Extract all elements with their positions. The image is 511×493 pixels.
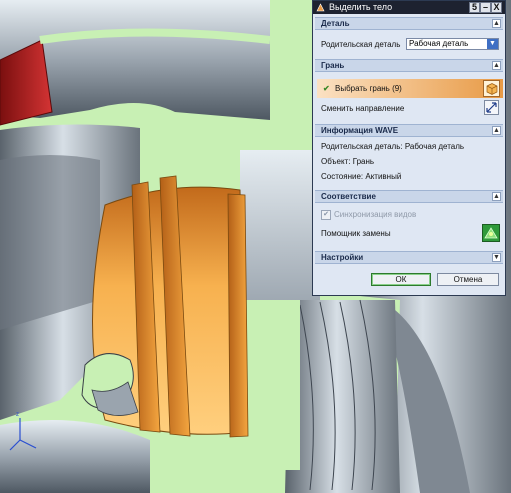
section-detail-label: Деталь	[321, 19, 350, 28]
section-wave-label: Информация WAVE	[321, 126, 399, 135]
dialog-title: Выделить тело	[329, 2, 393, 12]
dialog-app-icon	[316, 3, 325, 12]
wave-state-text: Состояние: Активный	[321, 172, 402, 181]
reverse-direction-icon[interactable]	[484, 100, 499, 115]
chevron-up-icon[interactable]: ▲	[492, 61, 501, 70]
wave-parent-text: Родительская деталь: Рабочая деталь	[321, 142, 465, 151]
section-settings-header[interactable]: Настройки ▼	[315, 251, 503, 264]
minimize-button[interactable]: –	[480, 2, 491, 13]
section-face-header[interactable]: Грань ▲	[315, 59, 503, 72]
section-correspondence-label: Соответствие	[321, 192, 376, 201]
section-correspondence-header[interactable]: Соответствие ▲	[315, 190, 503, 203]
rib-3	[227, 193, 249, 438]
parent-part-select[interactable]: Рабочая деталь ▼	[406, 38, 499, 50]
pipe-bottom-left	[0, 420, 150, 493]
chevron-up-icon[interactable]: ▲	[492, 19, 501, 28]
extract-body-dialog: Выделить тело 5 – X Деталь ▲ Родительска…	[312, 0, 506, 296]
sync-views-label: Синхронизация видов	[334, 210, 417, 219]
chevron-down-icon[interactable]: ▼	[487, 39, 498, 49]
checkmark-icon: ✔	[323, 84, 330, 93]
cancel-button[interactable]: Отмена	[437, 273, 499, 286]
sync-views-checkbox[interactable]: ✔	[321, 210, 331, 220]
face-cube-icon[interactable]	[483, 80, 500, 97]
chevron-down-icon[interactable]: ▼	[492, 253, 501, 262]
ok-button[interactable]: ОК	[371, 273, 431, 286]
dialog-titlebar: Выделить тело 5 – X	[313, 1, 505, 14]
section-detail-header[interactable]: Деталь ▲	[315, 17, 503, 30]
section-wave-header[interactable]: Информация WAVE ▲	[315, 124, 503, 137]
reverse-direction-label: Сменить направление	[321, 104, 405, 113]
parent-part-label: Родительская деталь	[321, 40, 401, 49]
close-button[interactable]: X	[491, 2, 502, 13]
select-face-label: Выбрать грань (9)	[335, 84, 402, 93]
chevron-up-icon[interactable]: ▲	[492, 192, 501, 201]
wave-object-text: Объект: Грань	[321, 157, 375, 166]
replace-assistant-icon[interactable]	[482, 224, 500, 242]
pipe-lower-right	[285, 300, 400, 493]
chevron-up-icon[interactable]: ▲	[492, 126, 501, 135]
replace-assistant-label: Помощник замены	[321, 229, 391, 238]
svg-text:z: z	[16, 412, 19, 418]
parent-part-value: Рабочая деталь	[409, 39, 469, 48]
pipe-left-inner	[0, 155, 100, 330]
reset-button[interactable]: 5	[469, 2, 480, 13]
section-face-label: Грань	[321, 61, 345, 70]
section-settings-label: Настройки	[321, 253, 364, 262]
